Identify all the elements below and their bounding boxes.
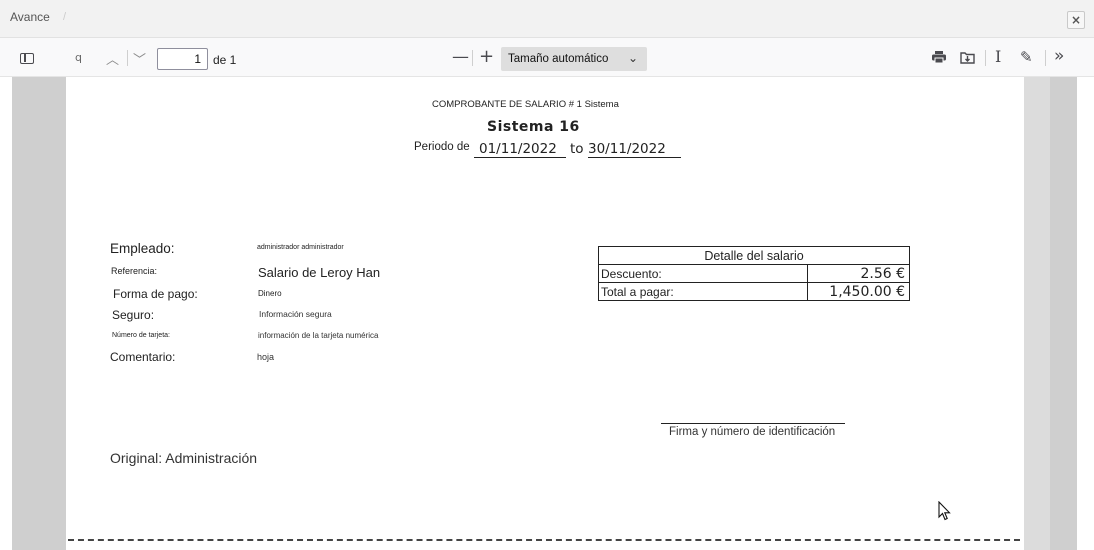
company-name: Sistema 16 [487, 119, 580, 135]
card-number-label: Número de tarjeta: [112, 332, 170, 339]
dialog-title-separator: / [63, 11, 67, 23]
payment-method-value: Dinero [258, 289, 282, 298]
toolbar-separator [1045, 50, 1046, 66]
insurance-value: Información segura [259, 309, 332, 319]
toolbar-separator [127, 50, 128, 66]
toolbar-separator [985, 50, 986, 66]
period-until: 30/11/2022 [588, 141, 681, 158]
zoom-select[interactable]: Tamaño automático ⌄ [501, 47, 647, 71]
viewer-scroll-area[interactable] [1024, 77, 1050, 550]
document-heading: COMPROBANTE DE SALARIO # 1 Sistema [432, 99, 619, 110]
payment-method-label: Forma de pago: [113, 287, 198, 301]
employee-value: administrador administrador [257, 244, 344, 251]
next-page-icon[interactable]: ﹀ [133, 49, 146, 68]
period-from: 01/11/2022 [474, 141, 566, 158]
comment-label: Comentario: [110, 350, 176, 364]
zoom-in-icon[interactable]: + [479, 46, 494, 67]
reference-value: Salario de Leroy Han [258, 265, 381, 280]
more-tools-icon[interactable]: » [1054, 46, 1064, 66]
table-row: Total a pagar: 1,450.00 € [598, 282, 910, 301]
discount-value: 2.56 € [807, 264, 910, 283]
toolbar-separator [472, 50, 473, 66]
employee-label: Empleado: [110, 241, 175, 256]
sidebar-toggle-icon[interactable] [20, 53, 34, 64]
page-count-label: de 1 [213, 53, 237, 67]
table-row: Descuento: 2.56 € [598, 264, 910, 283]
zoom-out-icon[interactable]: — [452, 47, 469, 67]
signature-label: Firma y número de identificación [669, 426, 836, 438]
total-value: 1,450.00 € [807, 282, 910, 301]
signature-line [661, 423, 845, 424]
card-number-value: información de la tarjeta numérica [258, 331, 379, 340]
comment-value: hoja [257, 352, 275, 362]
search-icon[interactable]: q [75, 51, 82, 64]
period-to-word: to [570, 141, 584, 157]
zoom-select-value: Tamaño automático [508, 53, 609, 65]
chevron-down-icon: ⌄ [628, 51, 639, 65]
reference-label: Referencia: [111, 266, 158, 276]
draw-icon[interactable]: ✎ [1020, 48, 1033, 66]
pdf-toolbar: q ︿ ﹀ de 1 — + Tamaño automático ⌄ I ✎ » [0, 38, 1094, 77]
salary-detail-table: Detalle del salario Descuento: 2.56 € To… [598, 246, 910, 301]
text-cursor-icon[interactable]: I [995, 47, 1001, 66]
dialog-header: Avance / × [0, 0, 1094, 38]
print-icon[interactable] [932, 51, 946, 63]
copy-label: Original: Administración [110, 450, 258, 466]
period-label: Periodo de [414, 141, 470, 153]
previous-page-icon[interactable]: ︿ [106, 49, 119, 68]
insurance-label: Seguro: [112, 308, 155, 322]
save-icon[interactable] [960, 51, 975, 64]
table-row: Detalle del salario [598, 246, 910, 265]
discount-label: Descuento: [598, 264, 808, 283]
mouse-pointer-icon [938, 501, 951, 521]
dialog-title: Avance [10, 10, 50, 24]
page-number-input[interactable] [157, 48, 208, 70]
total-label: Total a pagar: [598, 282, 808, 301]
cut-line-divider [68, 539, 1020, 541]
close-button[interactable]: × [1067, 11, 1085, 29]
salary-detail-title: Detalle del salario [598, 246, 910, 265]
